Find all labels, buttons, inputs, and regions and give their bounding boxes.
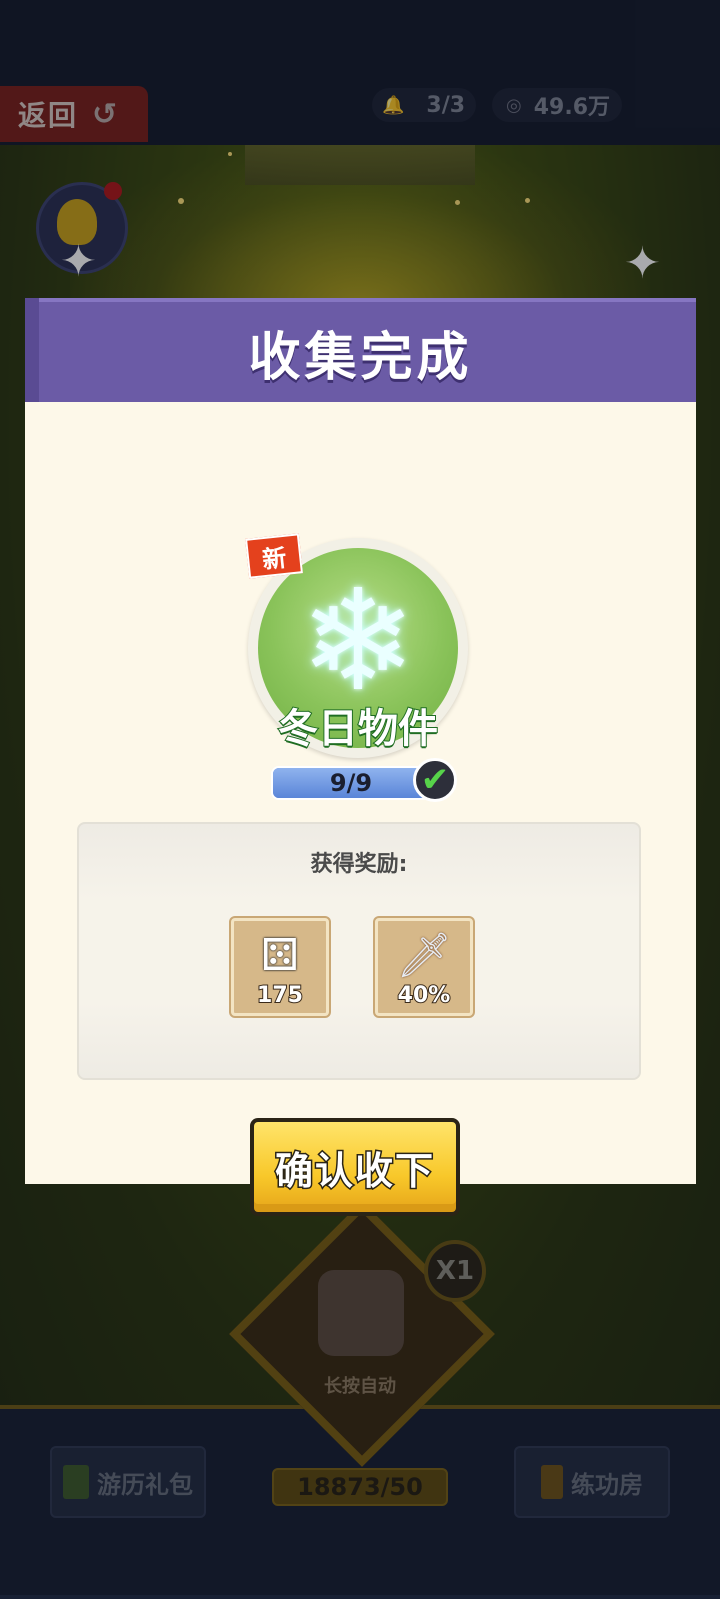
confirm-receive-button[interactable]: 确认收下 <box>250 1118 460 1216</box>
checkmark-icon: ✔ <box>413 758 457 802</box>
collection-progress-bar: 9/9 <box>271 766 431 800</box>
progress-text: 9/9 <box>329 769 373 797</box>
reward-panel: 获得奖励: ⚄ 175 🗡 40% <box>77 822 641 1080</box>
reward-value: 40% <box>397 982 452 1009</box>
dialog-header: 收集完成 <box>25 298 696 402</box>
collection-name: 冬日物件 <box>277 705 439 753</box>
collection-complete-dialog: 收集完成 ❄ 新 冬日物件 9/9 ✔ 获得奖励: ⚄ 175 🗡 40% 确认… <box>25 298 696 1216</box>
reward-value: 175 <box>256 982 304 1009</box>
reward-item-sword[interactable]: 🗡 40% <box>375 918 473 1016</box>
confirm-label: 确认收下 <box>273 1147 435 1194</box>
sword-icon: 🗡 <box>396 930 452 981</box>
dialog-title: 收集完成 <box>248 327 473 388</box>
dice-icon: ⚄ <box>260 930 300 981</box>
reward-item-dice[interactable]: ⚄ 175 <box>231 918 329 1016</box>
new-tag: 新 <box>245 533 303 579</box>
reward-title: 获得奖励: <box>310 852 408 877</box>
dialog-body: ❄ 新 冬日物件 9/9 ✔ 获得奖励: ⚄ 175 🗡 40% 确认收下 <box>25 402 696 1216</box>
